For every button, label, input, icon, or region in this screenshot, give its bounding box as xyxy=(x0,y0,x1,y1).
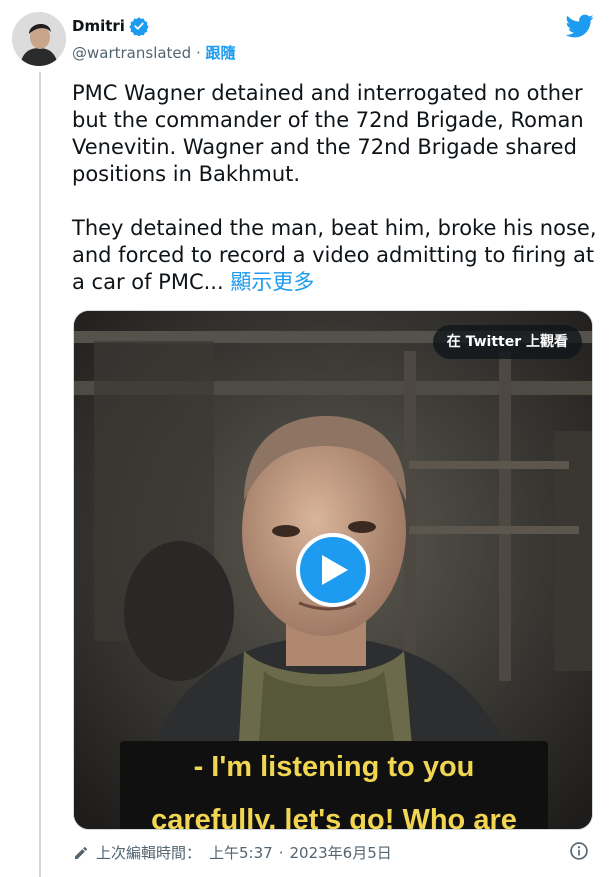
video-player[interactable]: 在 Twitter 上觀看 - I'm listening to you car… xyxy=(73,310,593,830)
video-subtitle: - I'm listening to you carefully, let's … xyxy=(120,741,548,830)
tweet-paragraph-2-text: They detained the man, beat him, broke h… xyxy=(72,216,597,294)
subtitle-line-1: - I'm listening to you xyxy=(193,751,475,783)
edited-date[interactable]: 2023年6月5日 xyxy=(289,842,391,863)
edited-label: 上次編輯時間： xyxy=(96,844,202,862)
twitter-bird-icon[interactable] xyxy=(566,12,594,40)
watch-on-twitter-button[interactable]: 在 Twitter 上觀看 xyxy=(432,325,582,359)
meta-separator: · xyxy=(278,843,284,862)
pencil-icon xyxy=(75,846,87,859)
info-icon[interactable] xyxy=(569,841,589,861)
play-button[interactable] xyxy=(296,533,370,607)
separator-dot: · xyxy=(195,44,201,62)
tweet-paragraph-1: PMC Wagner detained and interrogated no … xyxy=(72,81,584,186)
play-icon xyxy=(322,555,348,585)
avatar[interactable] xyxy=(12,12,66,66)
handle[interactable]: @wartranslated xyxy=(72,44,191,62)
follow-link[interactable]: 跟隨 xyxy=(206,44,236,62)
tweet-card: Dmitri @wartranslated · 跟隨 PMC Wagner de… xyxy=(0,0,612,877)
edited-time[interactable]: 上午5:37 xyxy=(209,842,273,863)
edit-history-row[interactable]: 上次編輯時間： 上午5:37 · 2023年6月5日 xyxy=(73,842,392,863)
show-more-link[interactable]: 顯示更多 xyxy=(230,270,314,294)
tweet-paragraph-2: They detained the man, beat him, broke h… xyxy=(72,215,602,296)
subtitle-line-2: carefully, let's go! Who are xyxy=(151,804,517,830)
verified-badge-icon xyxy=(129,17,149,36)
tweet-text: PMC Wagner detained and interrogated no … xyxy=(72,80,602,296)
thread-line xyxy=(39,72,41,877)
display-name[interactable]: Dmitri xyxy=(72,17,125,35)
